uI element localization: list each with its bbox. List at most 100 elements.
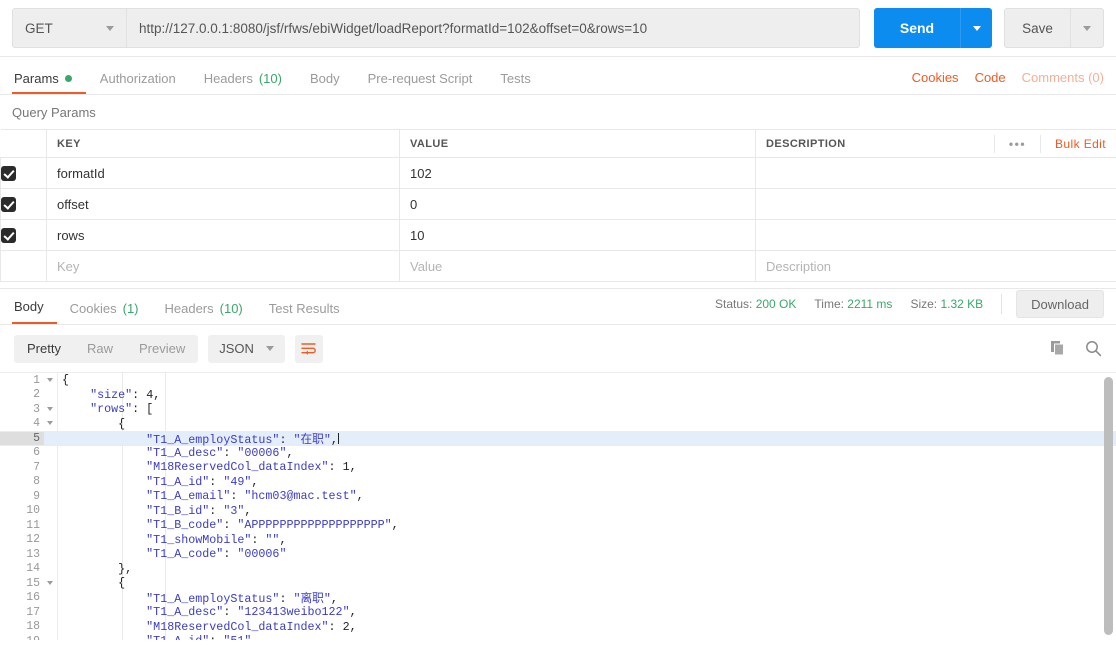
line-number: 9 bbox=[33, 489, 40, 503]
row-checkbox-cell[interactable] bbox=[0, 219, 47, 251]
tab-authorization[interactable]: Authorization bbox=[86, 72, 190, 94]
fold-triangle-icon[interactable] bbox=[47, 421, 53, 426]
line-number: 11 bbox=[26, 518, 40, 532]
code-line[interactable]: 13 "T1_A_code": "00006" bbox=[0, 547, 1116, 562]
fold-triangle-icon[interactable] bbox=[47, 580, 53, 585]
code-line[interactable]: 5 "T1_A_employStatus": "在职", bbox=[0, 431, 1116, 447]
send-button[interactable]: Send bbox=[874, 8, 960, 48]
line-number: 15 bbox=[0, 577, 53, 590]
code-line-text: "T1_A_employStatus": "在职", bbox=[146, 432, 339, 447]
comments-link[interactable]: Comments (0) bbox=[1022, 70, 1104, 85]
word-wrap-button[interactable] bbox=[294, 334, 323, 363]
checkbox-checked-icon[interactable] bbox=[1, 166, 16, 182]
save-button[interactable]: Save bbox=[1004, 8, 1070, 48]
code-line[interactable]: 12 "T1_showMobile": "", bbox=[0, 533, 1116, 548]
line-number: 16 bbox=[26, 591, 40, 605]
table-row: offset 0 bbox=[0, 188, 1116, 220]
code-line[interactable]: 7 "M18ReservedCol_dataIndex": 1, bbox=[0, 460, 1116, 475]
response-body-code[interactable]: 1{2 "size": 4, 3 "rows": [4 {5 "T1_A_empl… bbox=[0, 372, 1116, 640]
row-key[interactable]: rows bbox=[46, 219, 400, 251]
response-tab-headers[interactable]: Headers (10) bbox=[152, 302, 256, 324]
row-checkbox-cell[interactable] bbox=[0, 157, 47, 189]
tab-headers-count: (10) bbox=[258, 71, 282, 86]
code-lines: 1{2 "size": 4, 3 "rows": [4 {5 "T1_A_empl… bbox=[0, 373, 1116, 640]
checkbox-checked-icon[interactable] bbox=[1, 197, 16, 213]
row-key[interactable]: formatId bbox=[46, 157, 400, 189]
chevron-down-icon bbox=[1083, 25, 1091, 31]
code-line-text: "T1_A_desc": "00006", bbox=[146, 445, 294, 460]
bulk-edit-link[interactable]: Bulk Edit bbox=[1041, 137, 1106, 151]
code-line[interactable]: 2 "size": 4, bbox=[0, 388, 1116, 403]
code-line[interactable]: 14 }, bbox=[0, 562, 1116, 577]
tab-headers[interactable]: Headers (10) bbox=[190, 72, 296, 94]
response-tab-body[interactable]: Body bbox=[12, 300, 57, 324]
response-tab-cookies[interactable]: Cookies (1) bbox=[57, 302, 152, 324]
line-number: 14 bbox=[26, 562, 40, 576]
row-description[interactable] bbox=[755, 188, 1116, 220]
send-button-group: Send bbox=[874, 8, 992, 48]
code-line[interactable]: 16 "T1_A_employStatus": "离职", bbox=[0, 591, 1116, 606]
save-button-group: Save bbox=[1004, 8, 1104, 48]
response-format-select[interactable]: JSON bbox=[208, 334, 285, 363]
tab-body-label: Body bbox=[309, 71, 340, 86]
row-checkbox-cell[interactable] bbox=[0, 188, 47, 220]
request-tabs-actions: Cookies Code Comments (0) bbox=[912, 70, 1104, 94]
tab-tests[interactable]: Tests bbox=[486, 72, 544, 94]
code-line-text: { bbox=[62, 576, 126, 591]
code-line[interactable]: 9 "T1_A_email": "hcm03@mac.test", bbox=[0, 489, 1116, 504]
code-line[interactable]: 10 "T1_B_id": "3", bbox=[0, 504, 1116, 519]
code-line[interactable]: 3 "rows": [ bbox=[0, 402, 1116, 417]
new-value-input[interactable]: Value bbox=[399, 250, 756, 282]
url-input[interactable]: http://127.0.0.1:8080/jsf/rfws/ebiWidget… bbox=[126, 8, 860, 48]
row-description[interactable] bbox=[755, 219, 1116, 251]
size-stat: Size: 1.32 KB bbox=[910, 297, 983, 311]
code-line[interactable]: 11 "T1_B_code": "APPPPPPPPPPPPPPPPPPP", bbox=[0, 518, 1116, 533]
view-mode-preview[interactable]: Preview bbox=[126, 335, 198, 363]
download-button[interactable]: Download bbox=[1016, 290, 1104, 318]
code-line[interactable]: 17 "T1_A_desc": "123413weibo122", bbox=[0, 605, 1116, 620]
code-line-text: "T1_A_employStatus": "离职", bbox=[146, 592, 338, 607]
code-vertical-scrollbar[interactable] bbox=[1104, 377, 1113, 635]
response-tab-test-results[interactable]: Test Results bbox=[256, 302, 353, 324]
fold-triangle-icon[interactable] bbox=[47, 406, 53, 411]
row-value[interactable]: 10 bbox=[399, 219, 756, 251]
http-method-select[interactable]: GET bbox=[12, 8, 126, 48]
row-value[interactable]: 102 bbox=[399, 157, 756, 189]
row-value[interactable]: 0 bbox=[399, 188, 756, 220]
save-options-button[interactable] bbox=[1070, 8, 1104, 48]
copy-icon[interactable] bbox=[1050, 340, 1067, 357]
tab-headers-label: Headers bbox=[203, 71, 253, 86]
tab-pre-request-script[interactable]: Pre-request Script bbox=[354, 72, 487, 94]
http-method-label: GET bbox=[25, 20, 53, 36]
new-description-input[interactable]: Description bbox=[755, 250, 1116, 282]
row-key[interactable]: offset bbox=[46, 188, 400, 220]
line-number: 3 bbox=[0, 403, 53, 416]
code-line[interactable]: 6 "T1_A_desc": "00006", bbox=[0, 446, 1116, 461]
checkbox-checked-icon[interactable] bbox=[1, 228, 16, 244]
time-value: 2211 ms bbox=[847, 297, 893, 311]
tab-params[interactable]: Params bbox=[12, 72, 86, 94]
size-value: 1.32 KB bbox=[940, 297, 984, 311]
search-icon[interactable] bbox=[1085, 340, 1102, 357]
new-key-input[interactable]: Key bbox=[46, 250, 400, 282]
row-checkbox-cell-empty[interactable] bbox=[0, 250, 47, 282]
more-options-icon[interactable]: ••• bbox=[993, 134, 1042, 153]
view-mode-raw[interactable]: Raw bbox=[74, 335, 126, 363]
send-options-button[interactable] bbox=[960, 8, 992, 48]
code-line-text: "T1_B_code": "APPPPPPPPPPPPPPPPPPP", bbox=[146, 518, 399, 533]
view-mode-pretty[interactable]: Pretty bbox=[14, 335, 74, 363]
response-tab-headers-count: (10) bbox=[219, 301, 243, 316]
line-number: 5 bbox=[0, 431, 44, 445]
tab-params-label: Params bbox=[14, 71, 59, 86]
code-link[interactable]: Code bbox=[975, 70, 1006, 85]
table-row-empty: Key Value Description bbox=[0, 250, 1116, 282]
cookies-link[interactable]: Cookies bbox=[912, 70, 959, 85]
code-line[interactable]: 1{ bbox=[0, 373, 1116, 388]
fold-triangle-icon[interactable] bbox=[47, 377, 53, 382]
code-line[interactable]: 18 "M18ReservedCol_dataIndex": 2, bbox=[0, 620, 1116, 635]
tab-body[interactable]: Body bbox=[296, 72, 354, 94]
code-line[interactable]: 19 "T1_A_id": "51", bbox=[0, 634, 1116, 640]
row-description[interactable] bbox=[755, 157, 1116, 189]
chevron-down-icon bbox=[106, 25, 114, 31]
code-line[interactable]: 8 "T1_A_id": "49", bbox=[0, 475, 1116, 490]
